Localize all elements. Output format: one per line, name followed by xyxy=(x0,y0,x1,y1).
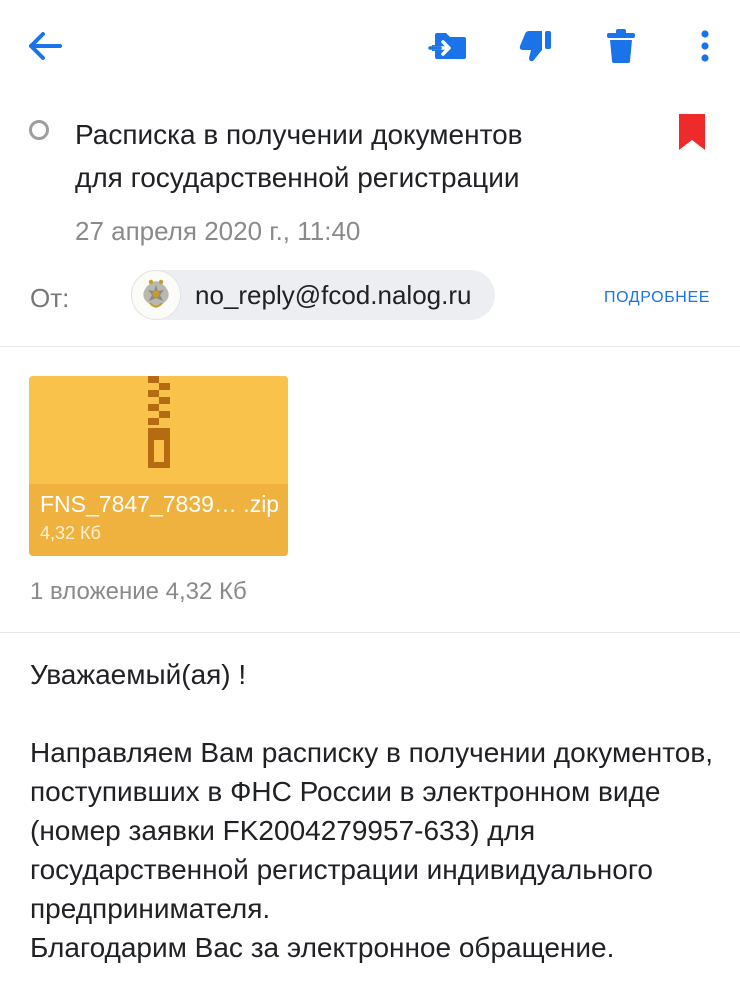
delete-button[interactable] xyxy=(601,26,641,66)
attachment-size: 4,32 Кб xyxy=(40,523,101,543)
move-to-folder-icon xyxy=(428,33,466,59)
message-subject: Расписка в получении документов для госу… xyxy=(75,119,523,193)
from-label: От: xyxy=(30,283,70,313)
message-body: Уважаемый(ая) ! Направляем Вам расписку … xyxy=(30,655,715,967)
more-vertical-icon xyxy=(701,30,709,62)
divider xyxy=(0,346,740,347)
spam-button[interactable] xyxy=(515,26,555,66)
back-button[interactable] xyxy=(25,26,65,66)
sender-email: no_reply@fcod.nalog.ru xyxy=(195,279,472,310)
move-to-folder-button[interactable] xyxy=(428,26,468,66)
attachments-summary: 1 вложение 4,32 Кб xyxy=(30,578,247,605)
greeting-text: Уважаемый(ая) ! xyxy=(30,659,247,690)
sender-chip[interactable]: no_reply@fcod.nalog.ru xyxy=(131,270,496,320)
emblem-icon xyxy=(143,279,169,308)
attachment-name: FNS_7847_7839… .zip xyxy=(40,491,280,517)
divider xyxy=(0,632,740,633)
body-paragraph: Благодарим Вас за электронное обращение. xyxy=(30,932,615,963)
details-link[interactable]: ПОДРОБНЕЕ xyxy=(604,289,710,307)
zip-archive-icon xyxy=(148,376,170,468)
body-paragraph: Направляем Вам расписку в получении доку… xyxy=(30,737,713,924)
trash-icon xyxy=(607,29,635,63)
toolbar xyxy=(0,0,740,96)
message-date: 27 апреля 2020 г., 11:40 xyxy=(75,216,361,246)
unread-toggle[interactable] xyxy=(29,120,49,140)
thumbs-down-icon xyxy=(519,31,551,62)
sender-avatar xyxy=(131,270,181,320)
more-button[interactable] xyxy=(685,26,725,66)
attachment-card[interactable]: FNS_7847_7839… .zip 4,32 Кб xyxy=(29,376,288,556)
bookmark-flag-icon[interactable] xyxy=(676,112,708,152)
arrow-left-icon xyxy=(29,32,62,60)
